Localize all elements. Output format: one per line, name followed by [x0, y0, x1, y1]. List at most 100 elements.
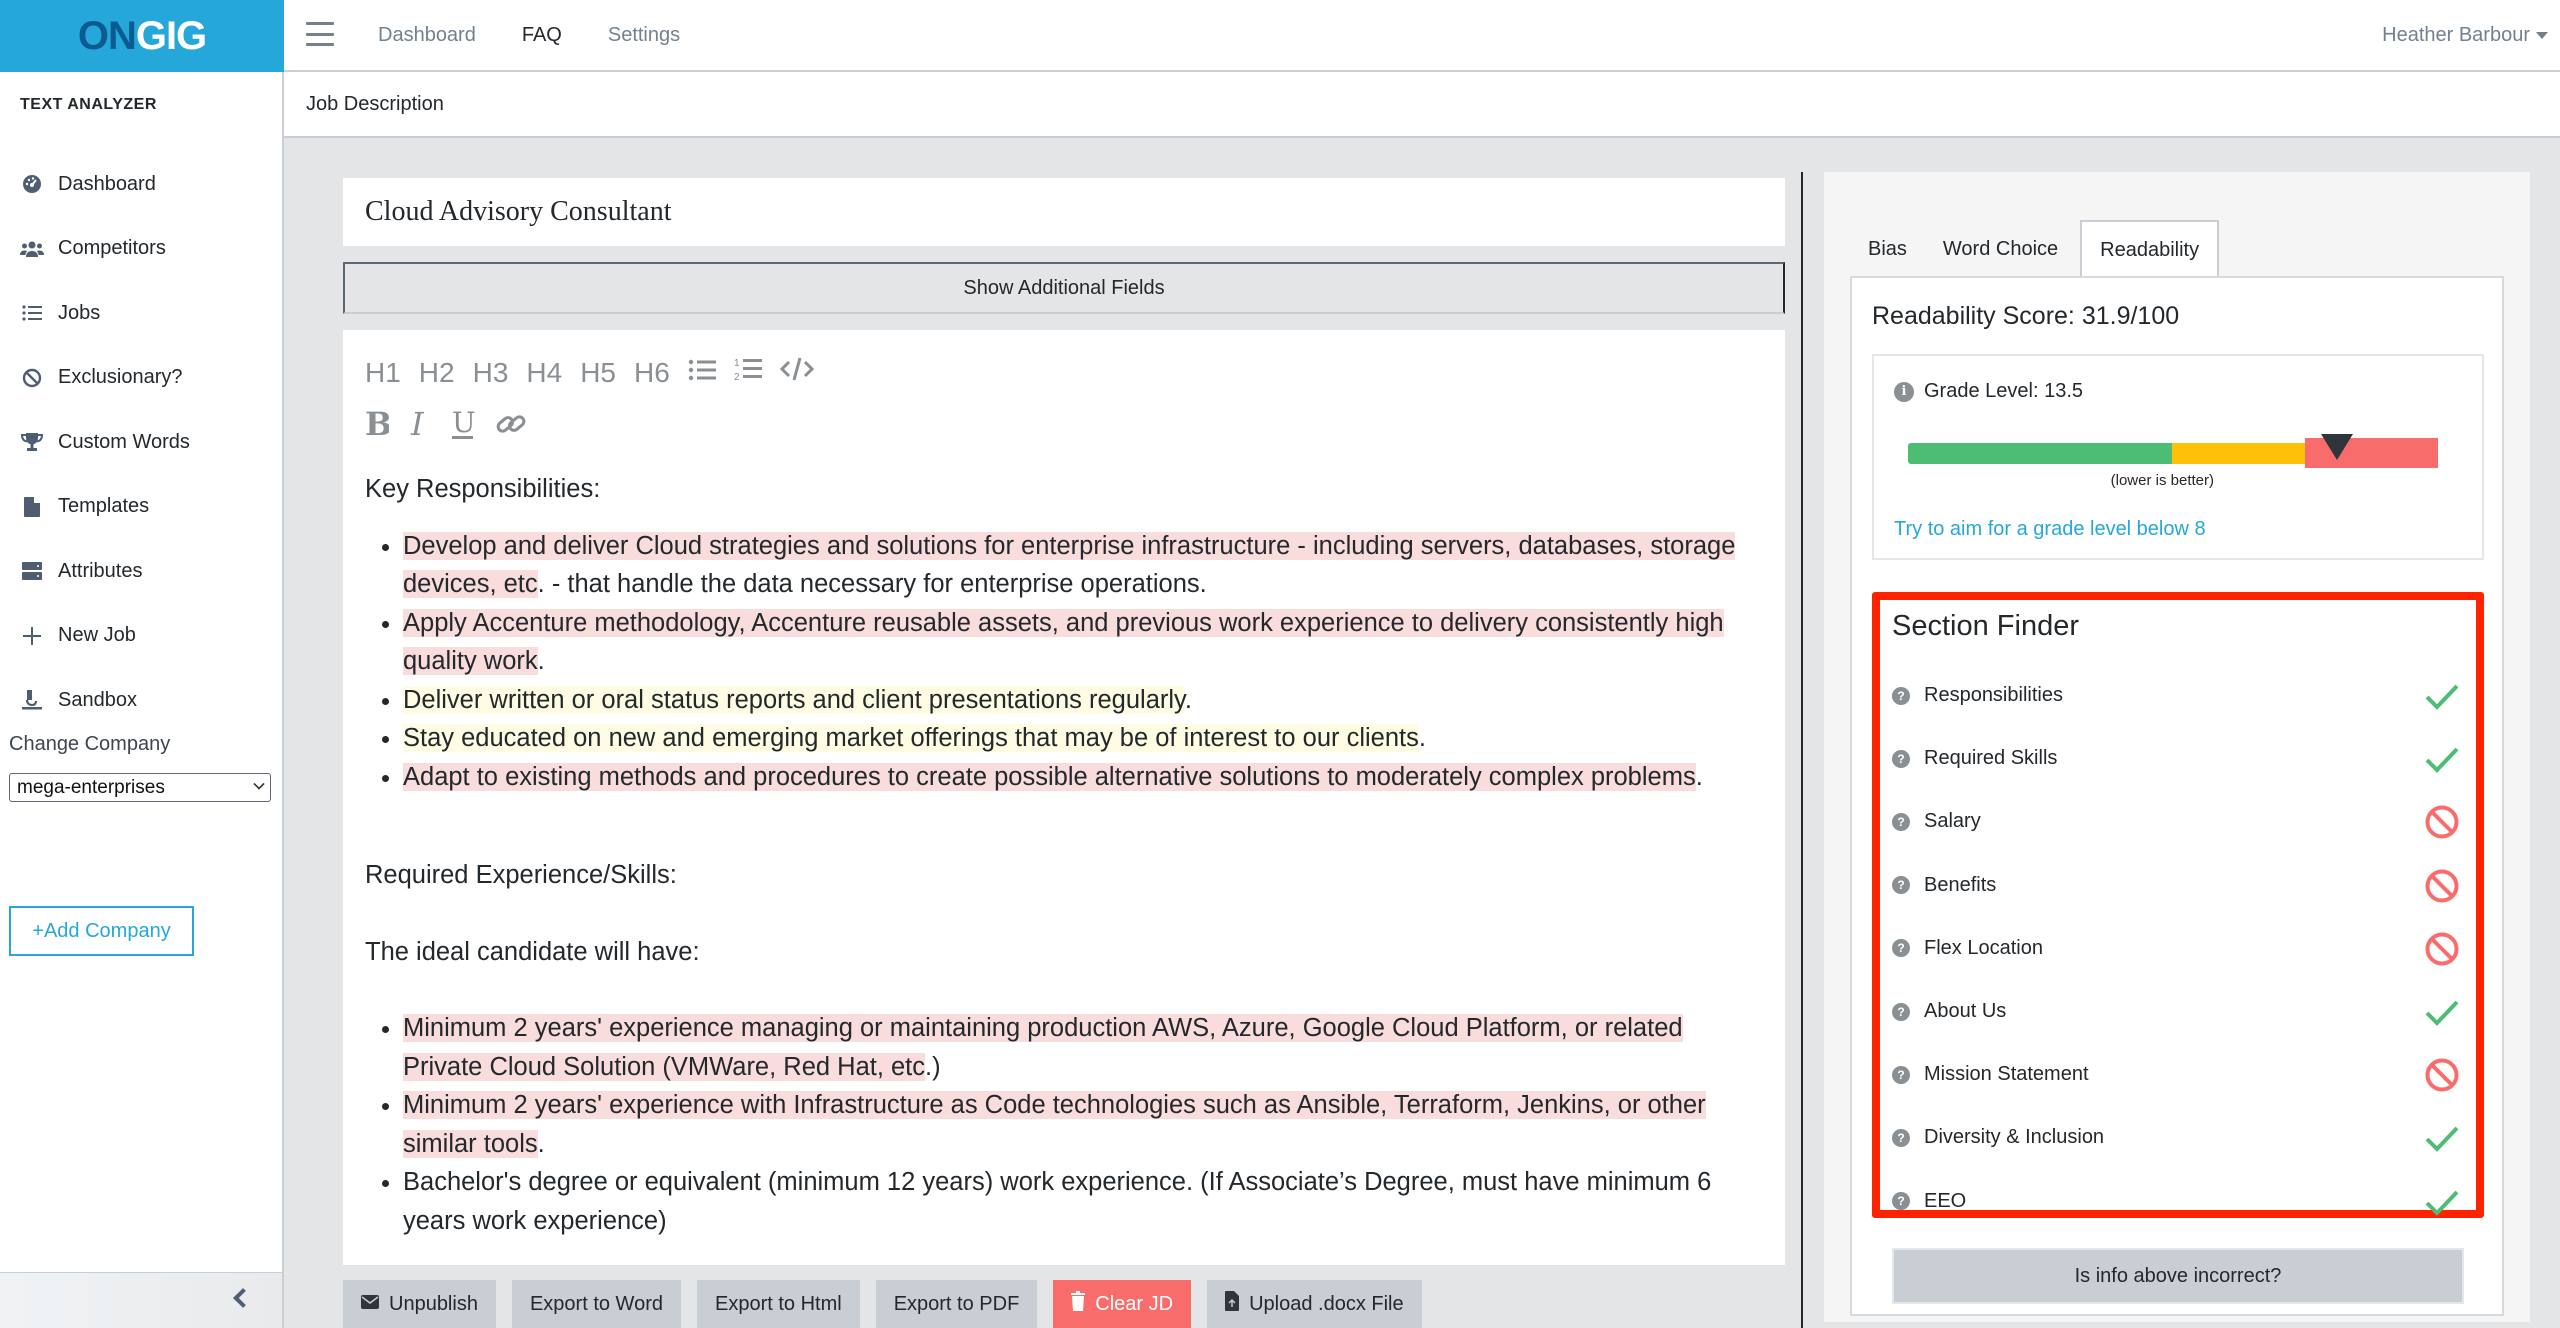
company-select[interactable]: mega-enterprises: [9, 773, 271, 802]
clear-jd-button[interactable]: Clear JD: [1053, 1280, 1192, 1328]
editor-content[interactable]: Key Responsibilities: Develop and delive…: [365, 470, 1765, 1240]
sidebar-footer: [0, 1272, 282, 1328]
sidebar-item-attributes[interactable]: Attributes: [20, 539, 190, 604]
help-icon[interactable]: ?: [1892, 686, 1910, 705]
section-finder-label: Responsibilities: [1924, 684, 2063, 707]
report-incorrect-button[interactable]: Is info above incorrect?: [1892, 1248, 2464, 1304]
envelope-icon: [361, 1293, 379, 1316]
unpublish-button[interactable]: Unpublish: [343, 1280, 496, 1328]
gauge-marker-icon: [2321, 434, 2354, 460]
sidebar-item-jobs[interactable]: Jobs: [20, 281, 190, 346]
bullet-list-icon[interactable]: [688, 357, 716, 389]
check-icon: [2424, 1184, 2460, 1220]
nav-faq[interactable]: FAQ: [522, 24, 562, 47]
export-html-button[interactable]: Export to Html: [696, 1280, 860, 1328]
section-finder-item: ? Flex Location: [1892, 917, 2462, 980]
server-icon: [20, 560, 44, 582]
list-item: Minimum 2 years' experience managing or …: [403, 1009, 1765, 1086]
h5-button[interactable]: H5: [580, 357, 616, 389]
help-icon[interactable]: ?: [1892, 1192, 1910, 1211]
svg-text:U: U: [452, 408, 475, 439]
export-pdf-button[interactable]: Export to PDF: [875, 1280, 1038, 1328]
export-word-button[interactable]: Export to Word: [511, 1280, 681, 1328]
svg-text:1: 1: [734, 358, 740, 369]
bold-icon[interactable]: B: [365, 405, 392, 447]
list-item: Bachelor's degree or equivalent (minimum…: [403, 1163, 1765, 1240]
hamburger-menu-icon[interactable]: [306, 22, 334, 46]
link-icon[interactable]: [495, 410, 527, 446]
trophy-icon: [20, 431, 44, 453]
ban-icon: [20, 367, 44, 389]
help-icon[interactable]: ?: [1892, 749, 1910, 768]
h1-button[interactable]: H1: [365, 357, 401, 389]
ban-icon: [2424, 868, 2460, 904]
sidebar-item-exclusionary[interactable]: Exclusionary?: [20, 346, 190, 411]
list-item: Minimum 2 years' experience with Infrast…: [403, 1086, 1765, 1163]
user-menu[interactable]: Heather Barbour: [2382, 0, 2548, 70]
sidebar: TEXT ANALYZER Dashboard Competitors Jobs…: [0, 72, 284, 1328]
tab-readability[interactable]: Readability: [2080, 220, 2220, 278]
job-title-input[interactable]: Cloud Advisory Consultant: [343, 178, 1785, 246]
sidebar-item-dashboard[interactable]: Dashboard: [20, 152, 190, 217]
section-heading-required-skills: Required Experience/Skills:: [365, 861, 677, 889]
section-finder-item: ? Responsibilities: [1892, 664, 2462, 727]
help-icon[interactable]: ?: [1892, 812, 1910, 831]
section-intro: The ideal candidate will have:: [365, 937, 700, 966]
file-upload-icon: [1225, 1291, 1240, 1317]
nav-settings[interactable]: Settings: [608, 24, 680, 47]
code-view-icon[interactable]: [779, 356, 814, 389]
sidebar-item-competitors[interactable]: Competitors: [20, 217, 190, 282]
tab-bias[interactable]: Bias: [1850, 220, 1925, 278]
list-item: Develop and deliver Cloud strategies and…: [403, 527, 1765, 604]
show-additional-fields-button[interactable]: Show Additional Fields: [343, 262, 1785, 314]
list-item: Adapt to existing methods and procedures…: [403, 758, 1765, 797]
h4-button[interactable]: H4: [526, 357, 562, 389]
dashboard-gauge-icon: [20, 173, 44, 195]
check-icon: [2424, 678, 2460, 714]
section-finder-list: ? Responsibilities? Required Skills? Salary…: [1892, 664, 2462, 1233]
list-icon: [20, 302, 44, 324]
editor-actions: Unpublish Export to Word Export to Html …: [343, 1280, 1422, 1328]
numbered-list-icon[interactable]: 12: [734, 356, 762, 389]
section-finder-label: Mission Statement: [1924, 1063, 2089, 1086]
upload-docx-button[interactable]: Upload .docx File: [1207, 1280, 1422, 1328]
h2-button[interactable]: H2: [419, 357, 455, 389]
panel-divider[interactable]: [1801, 172, 1803, 1328]
collapse-sidebar-chevron-left-icon[interactable]: [233, 1288, 253, 1308]
sidebar-title: TEXT ANALYZER: [20, 96, 157, 113]
h3-button[interactable]: H3: [473, 357, 509, 389]
ban-icon: [2424, 931, 2460, 967]
check-icon: [2424, 741, 2460, 777]
info-icon[interactable]: i: [1894, 381, 1914, 402]
help-icon[interactable]: ?: [1892, 939, 1910, 958]
section-finder-item: ? About Us: [1892, 980, 2462, 1043]
section-finder-item: ? EEO: [1892, 1170, 2462, 1233]
underline-icon[interactable]: U: [451, 406, 476, 448]
grade-tip-link[interactable]: Try to aim for a grade level below 8: [1894, 518, 2206, 541]
help-icon[interactable]: ?: [1892, 876, 1910, 895]
flask-icon: [20, 689, 44, 711]
section-finder-item: ? Diversity & Inclusion: [1892, 1106, 2462, 1169]
sidebar-item-custom-words[interactable]: Custom Words: [20, 410, 190, 475]
sidebar-item-sandbox[interactable]: Sandbox: [20, 668, 190, 733]
svg-text:I: I: [410, 409, 425, 439]
page-title: Job Description: [306, 92, 444, 115]
job-description-editor[interactable]: H1 H2 H3 H4 H5 H6 12 B I U Key Responsib…: [343, 330, 1785, 1265]
add-company-button[interactable]: +Add Company: [9, 906, 194, 956]
italic-icon[interactable]: I: [409, 405, 431, 447]
help-icon[interactable]: ?: [1892, 1002, 1910, 1021]
help-icon[interactable]: ?: [1892, 1128, 1910, 1147]
sidebar-item-templates[interactable]: Templates: [20, 475, 190, 540]
nav-dashboard[interactable]: Dashboard: [378, 24, 476, 47]
h6-button[interactable]: H6: [634, 357, 670, 389]
check-icon: [2424, 994, 2460, 1030]
help-icon[interactable]: ?: [1892, 1065, 1910, 1084]
file-icon: [20, 496, 44, 518]
svg-text:B: B: [365, 409, 389, 439]
ongig-logo[interactable]: ON GIG: [0, 0, 284, 72]
editor-toolbar-row-2: B I U: [365, 405, 527, 448]
tab-word-choice[interactable]: Word Choice: [1925, 220, 2076, 278]
analysis-panel: Bias Word Choice Readability Readability…: [1824, 172, 2530, 1322]
analysis-tabs: Bias Word Choice Readability: [1850, 220, 2220, 278]
sidebar-item-new-job[interactable]: New Job: [20, 604, 190, 669]
